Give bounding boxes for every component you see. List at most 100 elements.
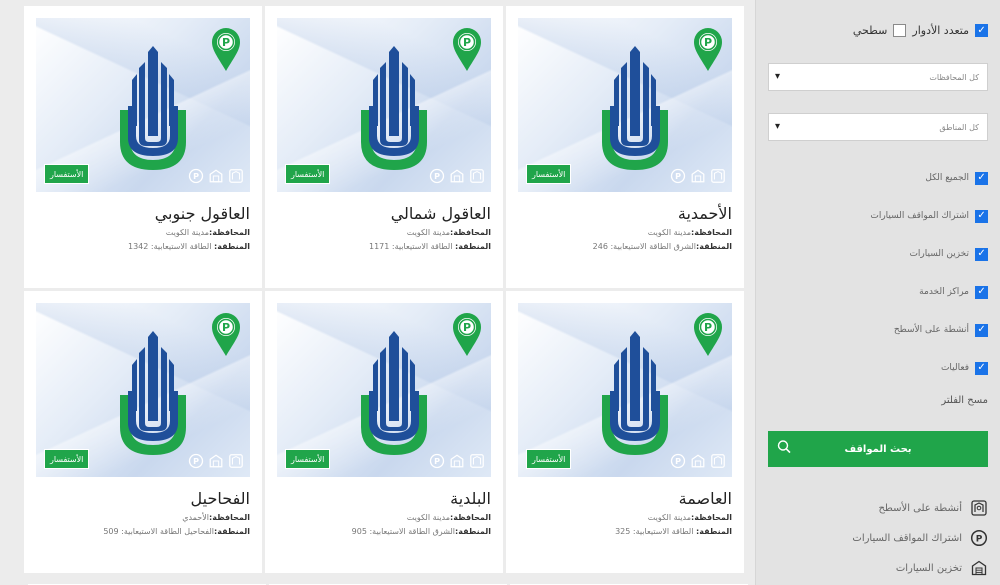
svg-text:P: P — [976, 535, 983, 545]
service-icons: P — [670, 453, 726, 469]
parking-image[interactable]: P الأستفسار P — [277, 303, 491, 477]
parking-logo-icon — [361, 46, 427, 170]
parking-image[interactable]: P الأستفسار P — [518, 303, 732, 477]
governorate-select-value: كل المحافظات — [929, 72, 979, 82]
filter-all[interactable]: الجميع الكل — [768, 159, 988, 197]
filter-checkbox[interactable] — [975, 209, 988, 223]
parking-image[interactable]: P الأستفسار P — [36, 18, 250, 192]
inquiry-button[interactable]: الأستفسار — [44, 449, 90, 469]
parking-icon: P — [670, 453, 686, 469]
governorate-label: المحافظة: — [691, 513, 732, 522]
parking-name[interactable]: العاقول جنوبي — [155, 204, 250, 223]
filter-label: اشتراك المواقف السيارات — [870, 211, 969, 221]
parking-name[interactable]: العاقول شمالي — [391, 204, 491, 223]
storage-icon — [971, 560, 987, 576]
filter-rooftop-activities[interactable]: أنشطة على الأسطح — [768, 311, 988, 349]
rooftop-icon — [711, 454, 725, 468]
parking-card[interactable]: P الأستفسار P العاصمة المحافظة:مدينة الك… — [506, 291, 744, 573]
area-label: المنطقة: — [455, 242, 491, 251]
filter-events[interactable]: فعاليات — [768, 349, 988, 387]
filter-label: مراكز الخدمة — [919, 287, 969, 297]
capacity-value: الطاقة الاستيعابية: 325 — [615, 527, 694, 536]
area-info: المنطقة: الطاقة الاستيعابية: 1342 — [128, 242, 250, 251]
parking-image[interactable]: P الأستفسار P — [277, 18, 491, 192]
surface-checkbox[interactable] — [893, 24, 907, 37]
inquiry-button[interactable]: الأستفسار — [526, 449, 572, 469]
legend-label: اشتراك المواقف السيارات — [852, 532, 962, 544]
svg-text:P: P — [463, 36, 471, 49]
parking-name[interactable]: الفحاحيل — [191, 489, 250, 508]
parking-icon: P — [429, 168, 445, 184]
filter-checkbox[interactable] — [975, 361, 988, 375]
inquiry-button[interactable]: الأستفسار — [44, 164, 90, 184]
filter-checkbox[interactable] — [975, 285, 988, 299]
inquiry-button[interactable]: الأستفسار — [526, 164, 572, 184]
area-label: المنطقة: — [696, 242, 732, 251]
filter-parking-subscription[interactable]: اشتراك المواقف السيارات — [768, 197, 988, 235]
legend-storage: تخزين السيارات — [768, 553, 988, 583]
service-icons: P — [188, 453, 244, 469]
filter-service-centers[interactable]: مراكز الخدمة — [768, 273, 988, 311]
svg-text:P: P — [463, 321, 471, 334]
parking-logo-icon — [120, 46, 186, 170]
parking-logo-icon — [361, 331, 427, 455]
clear-filter-link[interactable]: مسح الفلتر — [768, 395, 988, 421]
service-icons: P — [670, 168, 726, 184]
parking-card[interactable]: P الأستفسار P البلدية المحافظة:مدينة الك… — [265, 291, 503, 573]
rooftop-icon — [711, 169, 725, 183]
multi-storey-label: متعدد الأدوار — [912, 24, 969, 37]
parking-name[interactable]: البلدية — [450, 489, 491, 508]
area-select[interactable]: كل المناطق ▾ — [768, 113, 988, 141]
governorate-label: المحافظة: — [209, 228, 250, 237]
parking-image[interactable]: P الأستفسار P — [518, 18, 732, 192]
svg-text:P: P — [193, 172, 199, 181]
governorate-info: المحافظة:مدينة الكويت — [407, 228, 491, 237]
rooftop-icon — [229, 169, 243, 183]
svg-text:P: P — [704, 321, 712, 334]
legend-label: أنشطة على الأسطح — [878, 502, 962, 514]
governorate-select[interactable]: كل المحافظات ▾ — [768, 63, 988, 91]
storage-icon — [691, 454, 705, 468]
area-info: المنطقة: الطاقة الاستيعابية: 1171 — [369, 242, 491, 251]
parking-pin-icon: P — [694, 28, 722, 71]
capacity-value: الطاقة الاستيعابية: 246 — [592, 242, 672, 251]
chevron-down-icon: ▾ — [775, 71, 781, 82]
page: متعدد الأدوار سطحي كل المحافظات ▾ كل الم… — [0, 0, 1000, 585]
svg-text:P: P — [434, 172, 440, 181]
filter-checkbox[interactable] — [975, 171, 988, 185]
area-label: المنطقة: — [214, 527, 250, 536]
governorate-info: المحافظة:مدينة الكويت — [648, 228, 732, 237]
storage-icon — [450, 169, 464, 183]
parking-name[interactable]: الأحمدية — [678, 204, 732, 223]
inquiry-button[interactable]: الأستفسار — [285, 164, 331, 184]
multi-storey-checkbox[interactable] — [975, 24, 988, 37]
parking-image[interactable]: P الأستفسار P — [36, 303, 250, 477]
parking-pin-icon: P — [212, 313, 240, 356]
icon-legend: أنشطة على الأسطح P اشتراك المواقف السيار… — [768, 493, 988, 583]
governorate-label: المحافظة: — [450, 513, 491, 522]
parking-card[interactable]: P الأستفسار P الأحمدية المحافظة:مدينة ال… — [506, 6, 744, 288]
filter-car-storage[interactable]: تخزين السيارات — [768, 235, 988, 273]
filter-checkbox[interactable] — [975, 323, 988, 337]
parking-card[interactable]: P الأستفسار P العاقول شمالي المحافظة:مدي… — [265, 6, 503, 288]
governorate-value: مدينة الكويت — [647, 513, 692, 522]
rooftop-icon — [971, 500, 987, 516]
governorate-value: الأحمدي — [182, 513, 210, 522]
parking-name[interactable]: العاصمة — [679, 489, 732, 508]
search-icon — [777, 440, 791, 454]
search-parking-button[interactable]: بحث المواقف — [768, 431, 988, 467]
governorate-info: المحافظة:مدينة الكويت — [407, 513, 491, 522]
parking-pin-icon: P — [212, 28, 240, 71]
parking-icon: P — [188, 168, 204, 184]
parking-card[interactable]: P الأستفسار P الفحاحيل المحافظة:الأحمدي … — [24, 291, 262, 573]
inquiry-button[interactable]: الأستفسار — [285, 449, 331, 469]
area-info: المنطقة:الشرق الطاقة الاستيعابية: 246 — [593, 242, 732, 251]
svg-text:P: P — [222, 321, 230, 334]
parking-card[interactable]: P الأستفسار P العاقول جنوبي المحافظة:مدي… — [24, 6, 262, 288]
legend-label: تخزين السيارات — [895, 562, 962, 574]
capacity-value: الطاقة الاستيعابية: 1342 — [128, 242, 212, 251]
parking-pin-icon: P — [453, 28, 481, 71]
filter-checkbox[interactable] — [975, 247, 988, 261]
area-label: المنطقة: — [214, 242, 250, 251]
svg-text:P: P — [675, 172, 681, 181]
